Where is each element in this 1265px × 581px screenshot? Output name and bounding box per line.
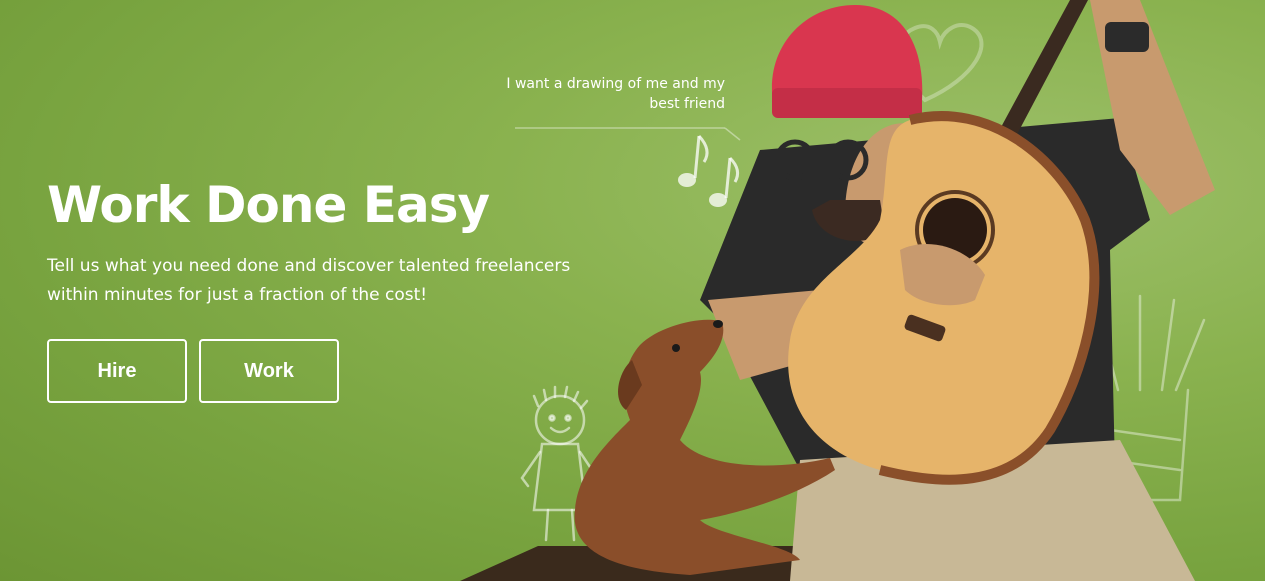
hero-copy: Work Done Easy Tell us what you need don… [47,170,647,310]
work-button[interactable]: Work [199,339,339,403]
hero-subtitle: Tell us what you need done and discover … [47,256,571,305]
page-title: Work Done Easy [47,176,490,234]
speech-note: I want a drawing of me and my best frien… [506,76,725,112]
cta-row: Hire Work [47,339,339,403]
hire-button[interactable]: Hire [47,339,187,403]
hero-banner: I want a drawing of me and my best frien… [0,0,1265,581]
music-notes-icon [678,134,740,207]
